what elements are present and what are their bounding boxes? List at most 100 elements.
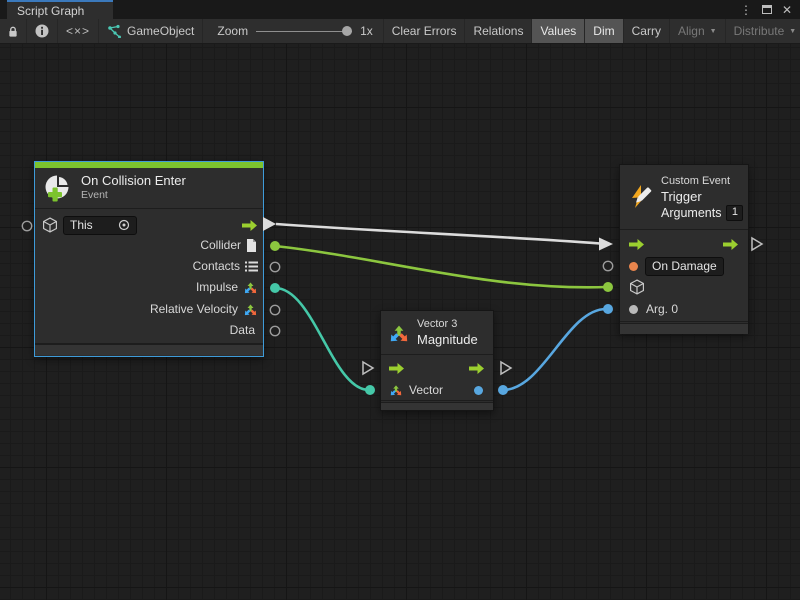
gameobject-cube-icon bbox=[629, 279, 645, 295]
target-field[interactable]: This bbox=[63, 216, 137, 235]
flow-arrow-icon bbox=[242, 219, 258, 232]
target-value: This bbox=[70, 218, 93, 232]
port-collider-out[interactable] bbox=[270, 241, 280, 251]
row-flow bbox=[629, 234, 739, 254]
slider-handle[interactable] bbox=[342, 26, 352, 36]
node-vector3-magnitude[interactable]: Vector 3 Magnitude Vector bbox=[380, 310, 494, 411]
row-port-contacts: Contacts bbox=[43, 256, 258, 276]
close-icon[interactable]: ✕ bbox=[782, 4, 792, 16]
code-preview-button[interactable]: <×> bbox=[58, 19, 99, 43]
vector-arrows-icon bbox=[389, 383, 403, 397]
relations-button[interactable]: Relations bbox=[465, 19, 532, 43]
wire-magnitude-to-arg0[interactable] bbox=[503, 309, 606, 390]
relations-label: Relations bbox=[473, 24, 523, 38]
row-target: This bbox=[42, 215, 258, 235]
port-label: Arg. 0 bbox=[646, 302, 678, 316]
row-port-relative-velocity: Relative Velocity bbox=[43, 299, 258, 319]
graph-icon bbox=[107, 24, 121, 38]
port-flow-out[interactable] bbox=[501, 362, 511, 374]
port-magnitude-out[interactable] bbox=[498, 385, 508, 395]
port-dot-arg0[interactable] bbox=[629, 305, 638, 314]
lock-icon bbox=[8, 25, 18, 38]
divider bbox=[620, 229, 748, 230]
port-dot-vector-result[interactable] bbox=[474, 386, 483, 395]
distribute-dropdown[interactable]: Distribute ▼ bbox=[726, 19, 800, 43]
values-button[interactable]: Values bbox=[532, 19, 585, 43]
target-icon[interactable] bbox=[118, 219, 130, 231]
node-on-collision-enter[interactable]: On Collision Enter Event This bbox=[34, 161, 264, 357]
divider bbox=[35, 208, 263, 209]
port-relative-velocity-out[interactable] bbox=[270, 305, 279, 314]
tab-strip: Script Graph ⋮ ✕ bbox=[0, 0, 800, 19]
row-port-collider: Collider bbox=[43, 235, 257, 255]
zoom-label: Zoom bbox=[217, 24, 248, 38]
inspect-button[interactable] bbox=[27, 19, 58, 43]
wire-arrowhead-icon bbox=[599, 238, 613, 251]
port-flow-in[interactable] bbox=[363, 362, 373, 374]
row-port-data: Data bbox=[43, 320, 255, 340]
node-footer bbox=[35, 344, 263, 355]
divider bbox=[381, 354, 493, 355]
event-icon bbox=[43, 173, 73, 203]
port-label: Vector bbox=[409, 383, 443, 397]
row-flow bbox=[389, 358, 485, 378]
values-label: Values bbox=[540, 24, 576, 38]
clear-errors-button[interactable]: Clear Errors bbox=[384, 19, 466, 43]
port-label: Impulse bbox=[196, 280, 238, 294]
port-arg0-in[interactable] bbox=[603, 304, 613, 314]
flow-arrow-icon bbox=[389, 362, 405, 375]
lock-button[interactable] bbox=[0, 19, 27, 43]
row-port-vector: Vector bbox=[389, 380, 483, 400]
row-arg0: Arg. 0 bbox=[629, 299, 678, 319]
port-contacts-out[interactable] bbox=[270, 262, 279, 271]
row-port-impulse: Impulse bbox=[43, 277, 258, 297]
vector-arrows-icon bbox=[243, 280, 258, 295]
port-label: Contacts bbox=[193, 259, 240, 273]
node-subtitle: Event bbox=[81, 189, 186, 202]
node-footer bbox=[381, 402, 493, 410]
wire-impulse-to-vector[interactable] bbox=[275, 288, 369, 390]
arguments-input[interactable]: 1 bbox=[726, 205, 743, 221]
flow-arrow-icon bbox=[629, 238, 645, 251]
info-icon bbox=[35, 24, 49, 38]
wire-flow-collision-to-trigger[interactable] bbox=[276, 224, 600, 244]
port-flow-out[interactable] bbox=[752, 238, 762, 250]
graph-toolbar: <×> GameObject Zoom 1x Clear Errors Rela… bbox=[0, 19, 800, 44]
port-event-name-in[interactable] bbox=[603, 261, 612, 270]
port-dot-event-name[interactable] bbox=[629, 262, 638, 271]
chevron-down-icon: ▼ bbox=[789, 28, 796, 35]
tab-title: Script Graph bbox=[17, 4, 84, 18]
node-title: On Collision Enter bbox=[81, 173, 186, 189]
node-header: On Collision Enter Event bbox=[35, 168, 263, 207]
tab-script-graph[interactable]: Script Graph bbox=[7, 0, 113, 19]
script-graph-window: Script Graph ⋮ ✕ <×> bbox=[0, 0, 800, 600]
dim-button[interactable]: Dim bbox=[585, 19, 623, 43]
port-impulse-out[interactable] bbox=[270, 283, 280, 293]
zoom-control: Zoom 1x bbox=[203, 19, 383, 43]
clear-errors-label: Clear Errors bbox=[392, 24, 457, 38]
port-vector-in[interactable] bbox=[365, 385, 375, 395]
event-name-field[interactable]: On Damage bbox=[645, 257, 724, 276]
maximize-icon[interactable] bbox=[762, 5, 772, 14]
graph-canvas[interactable]: On Collision Enter Event This bbox=[0, 44, 800, 600]
gameobject-cube-icon bbox=[42, 217, 58, 233]
contacts-list-icon bbox=[245, 261, 258, 272]
vector-arrows-icon bbox=[388, 322, 410, 344]
port-target-in[interactable] bbox=[603, 282, 613, 292]
vector-arrows-icon bbox=[243, 302, 258, 317]
arguments-label: Arguments bbox=[661, 205, 721, 221]
zoom-slider[interactable] bbox=[256, 25, 352, 37]
node-trigger-custom-event[interactable]: Custom Event Trigger Arguments 1 On Dama… bbox=[619, 164, 749, 334]
row-event-name: On Damage bbox=[629, 256, 742, 276]
port-label: Relative Velocity bbox=[150, 302, 238, 316]
port-target-in[interactable] bbox=[22, 221, 31, 230]
gameobject-breadcrumb[interactable]: GameObject bbox=[99, 19, 203, 43]
port-data-out[interactable] bbox=[270, 326, 279, 335]
align-dropdown[interactable]: Align ▼ bbox=[670, 19, 726, 43]
divider bbox=[620, 321, 748, 322]
port-label: Collider bbox=[200, 238, 241, 252]
menu-icon[interactable]: ⋮ bbox=[740, 4, 752, 16]
wire-collider-to-target[interactable] bbox=[275, 246, 607, 287]
port-flow-out[interactable] bbox=[263, 217, 276, 231]
carry-button[interactable]: Carry bbox=[624, 19, 670, 43]
